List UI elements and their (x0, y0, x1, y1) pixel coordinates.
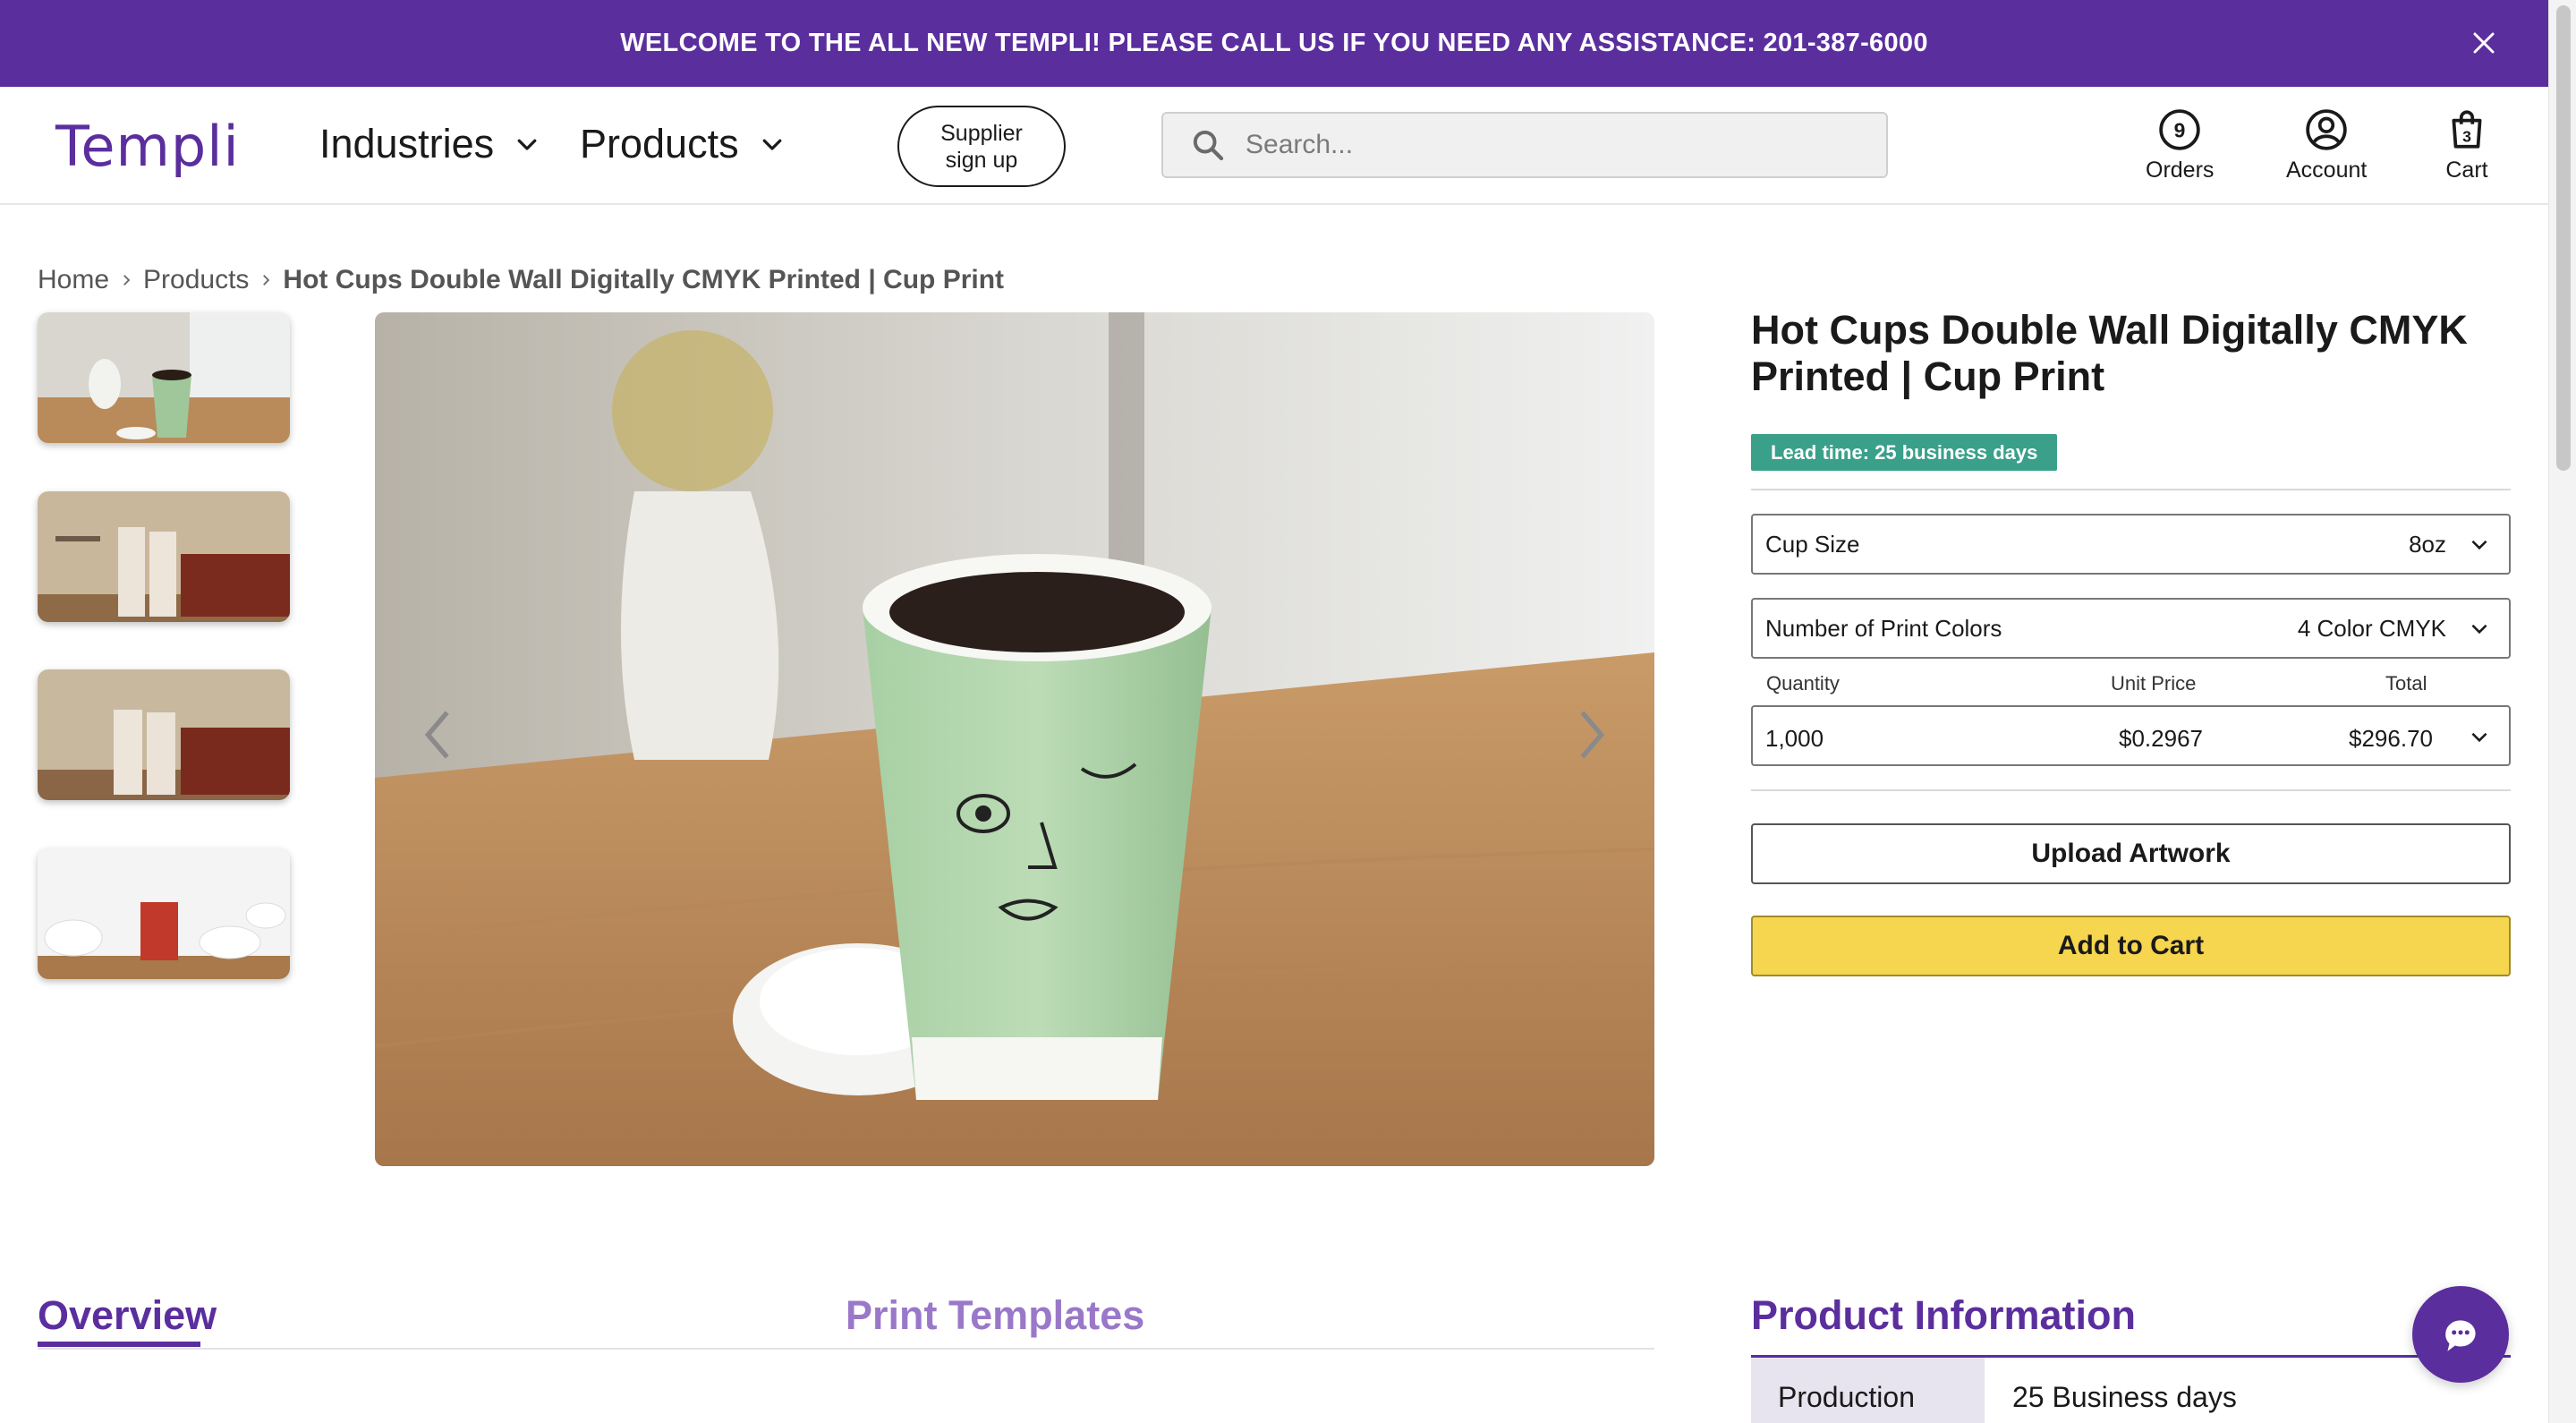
next-image-arrow[interactable] (1572, 706, 1611, 763)
orders-count: 9 (2174, 118, 2186, 141)
breadcrumb: Home Products Hot Cups Double Wall Digit… (38, 265, 1004, 295)
unit-price-value: $0.2967 (2119, 725, 2203, 752)
nav-products-label: Products (580, 121, 739, 166)
quantity-value: 1,000 (1765, 725, 1824, 752)
active-tab-indicator (38, 1342, 200, 1347)
search-icon (1193, 130, 1224, 161)
production-key: Production (1751, 1358, 1985, 1423)
search-input[interactable] (1245, 130, 1872, 160)
supplier-line-2: sign up (945, 147, 1018, 173)
search-box[interactable] (1161, 112, 1888, 178)
page-scrollbar[interactable] (2548, 0, 2576, 1423)
product-information-title: Product Information (1751, 1292, 2136, 1338)
chevron-down-icon (2471, 624, 2487, 635)
chat-button[interactable] (2412, 1286, 2509, 1383)
breadcrumb-products[interactable]: Products (143, 265, 249, 295)
product-thumbnail-1[interactable] (38, 312, 290, 443)
total-value: $296.70 (2349, 725, 2433, 752)
announcement-text: WELCOME TO THE ALL NEW TEMPLI! PLEASE CA… (620, 29, 1928, 57)
nav-industries[interactable]: Industries (319, 121, 540, 167)
orders-label: Orders (2146, 158, 2215, 183)
product-main-image (375, 312, 1654, 1166)
product-thumbnail-3[interactable] (38, 669, 290, 800)
supplier-line-1: Supplier (940, 120, 1023, 146)
chevron-down-icon (762, 139, 781, 150)
cart-label: Cart (2445, 158, 2488, 183)
chevron-down-icon (2471, 732, 2487, 743)
product-thumbnail-4[interactable] (38, 848, 290, 979)
chevron-down-icon (517, 139, 537, 150)
quantity-header: Quantity (1766, 672, 1840, 694)
print-colors-label: Number of Print Colors (1765, 614, 2002, 642)
account-label: Account (2286, 158, 2368, 183)
shopping-bag-icon: 3 (2452, 110, 2482, 149)
cup-size-select[interactable]: Cup Size 8oz (1751, 514, 2511, 575)
chevron-right-icon (123, 275, 131, 285)
product-title: Hot Cups Double Wall Digitally CMYK Prin… (1751, 307, 2468, 399)
account-icon (2306, 109, 2347, 150)
cart-count: 3 (2462, 128, 2471, 146)
close-icon[interactable] (2466, 25, 2502, 61)
site-header: Templi Industries Products Supplier sign… (0, 87, 2548, 205)
templi-logo[interactable]: Templi (55, 114, 240, 179)
print-colors-select[interactable]: Number of Print Colors 4 Color CMYK (1751, 598, 2511, 659)
tab-print-templates[interactable]: Print Templates (846, 1292, 1144, 1339)
production-value: 25 Business days (2012, 1381, 2237, 1413)
account-button[interactable]: Account (2286, 107, 2367, 183)
previous-image-arrow[interactable] (418, 706, 457, 763)
lead-time-badge: Lead time: 25 business days (1751, 434, 2058, 471)
upload-artwork-button[interactable]: Upload Artwork (1751, 823, 2511, 884)
quantity-select[interactable]: 1,000 $0.2967 $296.70 (1751, 705, 2511, 766)
orders-button[interactable]: 9 Orders (2146, 107, 2214, 183)
cart-button[interactable]: 3 Cart (2444, 107, 2489, 183)
product-thumbnail-2[interactable] (38, 491, 290, 622)
cup-size-label: Cup Size (1765, 530, 1860, 558)
chevron-right-icon (263, 275, 270, 285)
chevron-down-icon (2471, 540, 2487, 550)
scrollbar-thumb[interactable] (2556, 5, 2571, 471)
unit-price-header: Unit Price (2111, 672, 2197, 694)
announcement-bar: WELCOME TO THE ALL NEW TEMPLI! PLEASE CA… (0, 0, 2548, 87)
add-to-cart-button[interactable]: Add to Cart (1751, 916, 2511, 976)
breadcrumb-home[interactable]: Home (38, 265, 109, 295)
print-colors-value: 4 Color CMYK (2297, 614, 2446, 642)
chat-icon (2445, 1320, 2476, 1351)
tabs-divider (38, 1348, 1654, 1350)
divider (1751, 489, 2511, 490)
total-header: Total (2385, 672, 2427, 694)
nav-industries-label: Industries (319, 121, 495, 166)
nav-products[interactable]: Products (580, 121, 786, 167)
breadcrumb-current: Hot Cups Double Wall Digitally CMYK Prin… (283, 265, 1005, 294)
supplier-signup-button[interactable]: Supplier sign up (897, 106, 1066, 187)
cup-size-value: 8oz (2409, 530, 2446, 558)
divider (1751, 789, 2511, 791)
tab-overview[interactable]: Overview (38, 1292, 217, 1339)
orders-icon: 9 (2159, 109, 2200, 150)
